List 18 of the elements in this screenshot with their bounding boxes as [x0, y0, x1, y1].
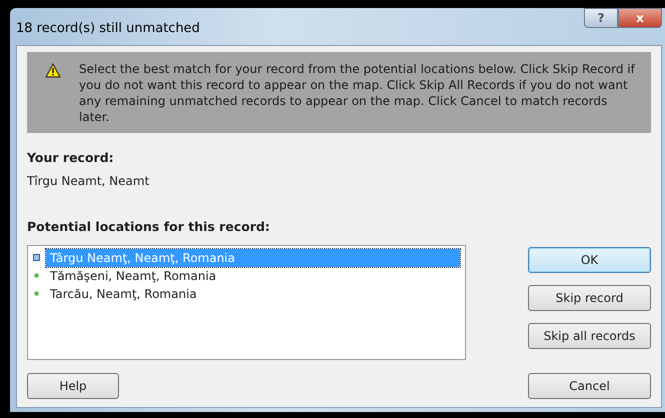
bullet-icon [33, 290, 40, 297]
window-title: 18 record(s) still unmatched [16, 20, 200, 38]
dialog-button[interactable]: Skip all records [528, 322, 651, 348]
cancel-button[interactable]: Cancel [528, 373, 651, 399]
locations-label: Potential locations for this record: [27, 218, 271, 236]
location-item[interactable]: Tarcău, Neamţ, Romania [46, 284, 201, 302]
record-label: Your record: [27, 149, 115, 167]
warning-icon [45, 63, 61, 78]
dialog-button[interactable]: Skip record [528, 284, 651, 310]
help-title-button[interactable]: ? [584, 8, 618, 28]
dialog-button[interactable]: OK [528, 246, 651, 272]
instruction-text: Select the best match for your record from the potential locations below. Click Skip Record if you do not want this record to appear on the map. Click Skip All Records if you do not want any remaining unmatched records to appear on the map. Click Cancel to match records later. [79, 61, 636, 125]
help-button[interactable]: Help [27, 373, 119, 399]
locations-listbox[interactable]: Târgu Neamţ, Neamţ, Romania Tămăşeni, Neamţ, Romania Tarcău, Neamţ, Romania [27, 244, 466, 360]
location-item[interactable]: Tămăşeni, Neamţ, Romania [46, 266, 220, 284]
bullet-icon [33, 254, 40, 261]
bullet-icon [33, 272, 40, 279]
record-value: Tîrgu Neamt, Neamt [27, 172, 150, 190]
